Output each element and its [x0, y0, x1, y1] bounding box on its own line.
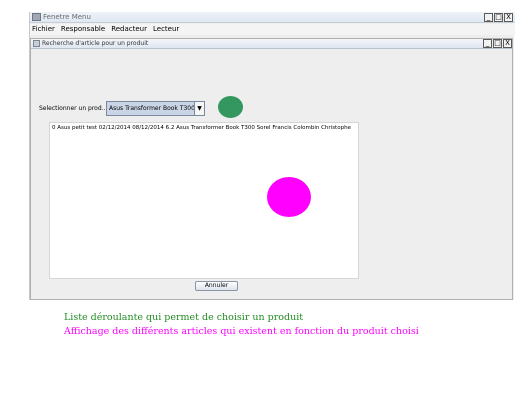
inner-maximize-button[interactable]: □	[493, 39, 502, 48]
menu-responsable[interactable]: Responsable	[61, 24, 105, 35]
menu-redacteur[interactable]: Redacteur	[111, 24, 147, 35]
green-annotation-text: Liste déroulante qui permet de choisir u…	[64, 312, 304, 323]
frame-icon	[33, 40, 40, 47]
window-controls: _ □ X	[484, 13, 513, 22]
inner-window-controls: _ □ X	[483, 39, 512, 48]
select-product-label: Selectionner un prod...	[39, 105, 108, 112]
minimize-button[interactable]: _	[484, 13, 493, 22]
result-row[interactable]: 0 Asus petit test 02/12/2014 08/12/2014 …	[52, 124, 351, 132]
maximize-button[interactable]: □	[494, 13, 503, 22]
window-title: Fenetre Menu	[43, 13, 91, 21]
menu-fichier[interactable]: Fichier	[32, 24, 55, 35]
inner-titlebar[interactable]: Recherche d'article pour un produit _ □ …	[31, 39, 512, 49]
menu-lecteur[interactable]: Lecteur	[153, 24, 179, 35]
product-dropdown-value[interactable]: Asus Transformer Book T300	[107, 102, 194, 115]
magenta-annotation-marker	[267, 177, 311, 217]
main-window: Fenetre Menu _ □ X Fichier Responsable R…	[29, 12, 515, 300]
green-annotation-marker	[218, 96, 243, 118]
inner-close-button[interactable]: X	[503, 39, 512, 48]
articles-results-panel: 0 Asus petit test 02/12/2014 08/12/2014 …	[49, 122, 359, 279]
window-titlebar[interactable]: Fenetre Menu _ □ X	[30, 12, 515, 23]
app-icon	[32, 13, 41, 21]
close-button[interactable]: X	[504, 13, 513, 22]
dropdown-arrow-icon[interactable]: ▼	[194, 102, 204, 115]
inner-minimize-button[interactable]: _	[483, 39, 492, 48]
menubar: Fichier Responsable Redacteur Lecteur	[30, 24, 515, 35]
search-article-frame: Recherche d'article pour un produit _ □ …	[30, 38, 513, 300]
inner-window-title: Recherche d'article pour un produit	[42, 40, 149, 47]
cancel-button[interactable]: Annuler	[195, 281, 238, 291]
product-dropdown[interactable]: Asus Transformer Book T300 ▼	[106, 101, 205, 116]
magenta-annotation-text: Affichage des différents articles qui ex…	[64, 326, 419, 337]
